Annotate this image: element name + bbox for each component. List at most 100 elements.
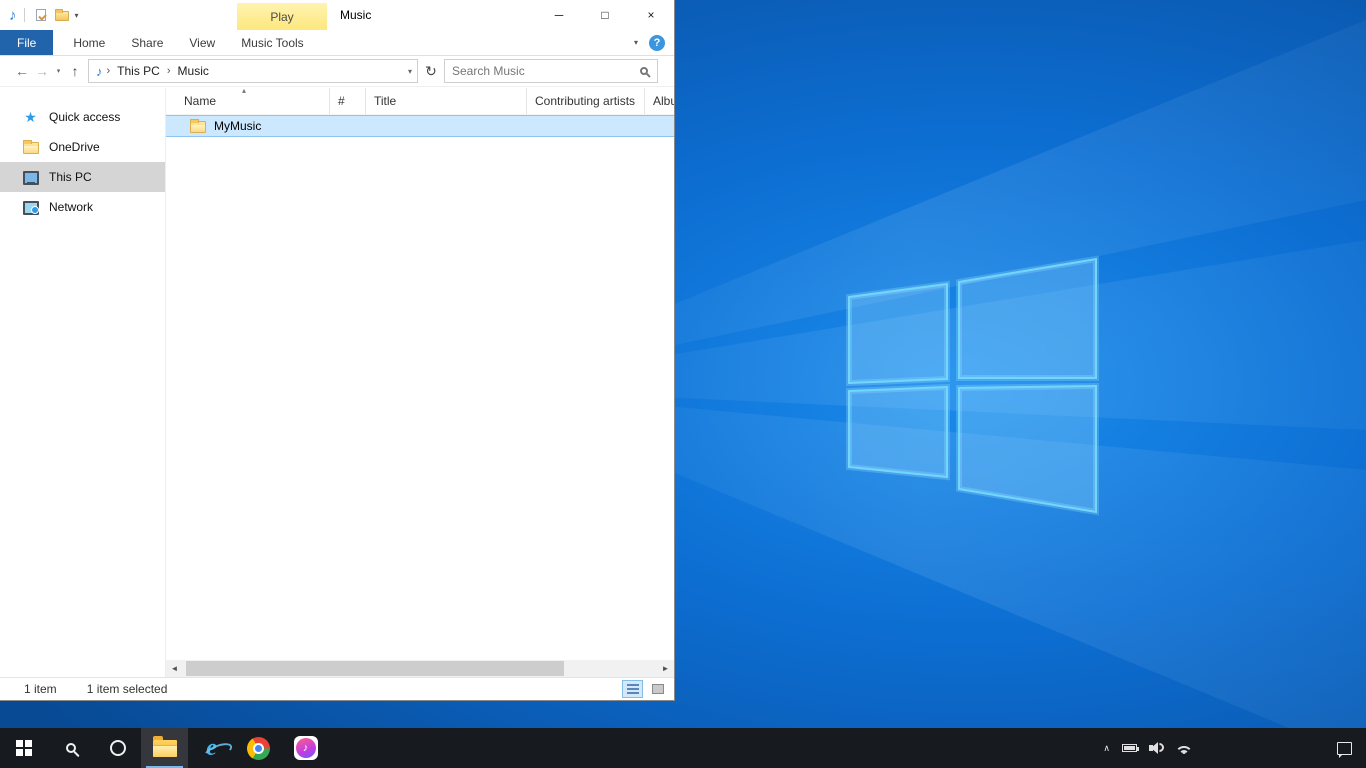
qat-properties-button[interactable]: [32, 6, 50, 24]
file-pane: Name ▴ # Title Contributing artists Albu…: [165, 88, 674, 677]
details-view-icon: [627, 684, 639, 694]
expand-ribbon-chevron-icon[interactable]: ▾: [634, 38, 638, 47]
sidebar-item-label: OneDrive: [49, 140, 100, 154]
scrollbar-thumb[interactable]: [186, 661, 564, 676]
action-center-button[interactable]: [1322, 728, 1366, 768]
window-controls: ─ □ ×: [536, 0, 674, 30]
divider: [24, 8, 25, 22]
folder-icon: [22, 140, 39, 154]
sidebar-item-label: Quick access: [49, 110, 120, 124]
location-music-icon: ♪: [96, 64, 103, 79]
contextual-group-play[interactable]: Play: [237, 3, 327, 30]
horizontal-scrollbar[interactable]: ◄ ►: [166, 660, 674, 677]
column-label: #: [338, 94, 345, 108]
search-box[interactable]: [444, 59, 658, 83]
new-folder-icon: [55, 11, 69, 21]
sort-ascending-icon: ▴: [242, 88, 246, 95]
chrome-icon: [247, 737, 270, 760]
cortana-button[interactable]: [94, 728, 141, 768]
tab-music-tools[interactable]: Music Tools: [228, 30, 316, 55]
file-list: MyMusic: [166, 115, 674, 660]
column-label: Album: [653, 94, 674, 108]
large-icons-view-button[interactable]: [647, 680, 668, 698]
sidebar-item-quick-access[interactable]: ★ Quick access: [0, 102, 165, 132]
qat-customize-chevron-icon[interactable]: ▾: [75, 11, 79, 20]
computer-icon: [22, 171, 39, 184]
search-input[interactable]: [452, 64, 640, 78]
network-wifi-icon[interactable]: [1176, 742, 1192, 754]
maximize-button[interactable]: □: [582, 0, 628, 30]
breadcrumb-separator-icon: ›: [107, 65, 111, 77]
hidden-icons-chevron-icon[interactable]: ∧: [1103, 743, 1110, 754]
recent-locations-chevron-icon[interactable]: ▾: [52, 67, 65, 75]
taskbar-search-button[interactable]: [47, 728, 94, 768]
column-label: Title: [374, 94, 396, 108]
file-explorer-window: ♪ ▾ Play Music ─ □ × File Home Share Vie…: [0, 0, 675, 701]
folder-icon: [190, 121, 206, 133]
sidebar: ★ Quick access OneDrive This PC Network: [0, 88, 165, 677]
scroll-left-icon[interactable]: ◄: [166, 660, 183, 677]
column-header-number[interactable]: #: [330, 88, 366, 114]
tab-view[interactable]: View: [176, 30, 228, 55]
search-icon: [66, 743, 76, 753]
address-dropdown-chevron-icon[interactable]: ▾: [408, 67, 412, 76]
close-button[interactable]: ×: [628, 0, 674, 30]
forward-button[interactable]: →: [32, 63, 52, 79]
view-toggles: [622, 680, 668, 698]
sidebar-item-network[interactable]: Network: [0, 192, 165, 222]
up-button[interactable]: ↑: [65, 63, 85, 79]
taskbar-internet-explorer-button[interactable]: e: [188, 728, 235, 768]
ribbon-tab-row: File Home Share View Music Tools ▾ ?: [0, 30, 674, 56]
column-headers: Name ▴ # Title Contributing artists Albu…: [166, 88, 674, 115]
sidebar-item-this-pc[interactable]: This PC: [0, 162, 165, 192]
selection-count: 1 item selected: [87, 682, 168, 696]
battery-icon[interactable]: [1122, 744, 1137, 752]
sidebar-item-onedrive[interactable]: OneDrive: [0, 132, 165, 162]
start-button[interactable]: [0, 728, 47, 768]
column-label: Name: [184, 94, 216, 108]
minimize-button[interactable]: ─: [536, 0, 582, 30]
column-header-title[interactable]: Title: [366, 88, 527, 114]
star-icon: ★: [22, 110, 39, 124]
file-row-mymusic[interactable]: MyMusic: [166, 115, 674, 137]
taskbar-file-explorer-button[interactable]: [141, 728, 188, 768]
breadcrumb-music[interactable]: Music: [175, 64, 212, 78]
scroll-right-icon[interactable]: ►: [657, 660, 674, 677]
window-music-icon: ♪: [9, 8, 17, 23]
taskbar-itunes-button[interactable]: ♪: [282, 728, 329, 768]
tab-home[interactable]: Home: [60, 30, 118, 55]
breadcrumb-this-pc[interactable]: This PC: [114, 64, 163, 78]
item-count: 1 item: [24, 682, 57, 696]
large-icons-view-icon: [652, 684, 664, 694]
action-center-icon: [1337, 742, 1352, 755]
tab-share[interactable]: Share: [118, 30, 176, 55]
taskbar-chrome-button[interactable]: [235, 728, 282, 768]
qat-new-folder-button[interactable]: [53, 6, 71, 24]
column-header-contributing-artists[interactable]: Contributing artists: [527, 88, 645, 114]
status-bar: 1 item 1 item selected: [0, 677, 674, 700]
search-icon: [640, 67, 648, 75]
back-button[interactable]: ←: [12, 63, 32, 79]
taskbar: e ♪ ∧: [0, 728, 1366, 768]
help-icon[interactable]: ?: [649, 35, 665, 51]
sidebar-item-label: Network: [49, 200, 93, 214]
system-tray: ∧: [1095, 728, 1322, 768]
refresh-button[interactable]: ↻: [421, 63, 441, 80]
tab-file[interactable]: File: [0, 30, 53, 55]
desktop: ♪ ▾ Play Music ─ □ × File Home Share Vie…: [0, 0, 1366, 768]
volume-icon[interactable]: [1149, 742, 1164, 754]
details-view-button[interactable]: [622, 680, 643, 698]
column-label: Contributing artists: [535, 94, 635, 108]
sidebar-item-label: This PC: [49, 170, 92, 184]
navigation-bar: ← → ▾ ↑ ♪ › This PC › Music ▾ ↻: [0, 56, 674, 87]
windows-logo-icon: [16, 740, 32, 756]
itunes-icon: ♪: [294, 736, 318, 760]
titlebar: ♪ ▾ Play Music ─ □ ×: [0, 0, 674, 30]
address-bar[interactable]: ♪ › This PC › Music ▾: [88, 59, 418, 83]
internet-explorer-icon: e: [206, 736, 217, 760]
column-header-album[interactable]: Album: [645, 88, 674, 114]
column-header-name[interactable]: Name ▴: [166, 88, 330, 114]
cortana-circle-icon: [110, 740, 126, 756]
properties-icon: [36, 9, 46, 21]
window-title: Music: [340, 0, 371, 30]
